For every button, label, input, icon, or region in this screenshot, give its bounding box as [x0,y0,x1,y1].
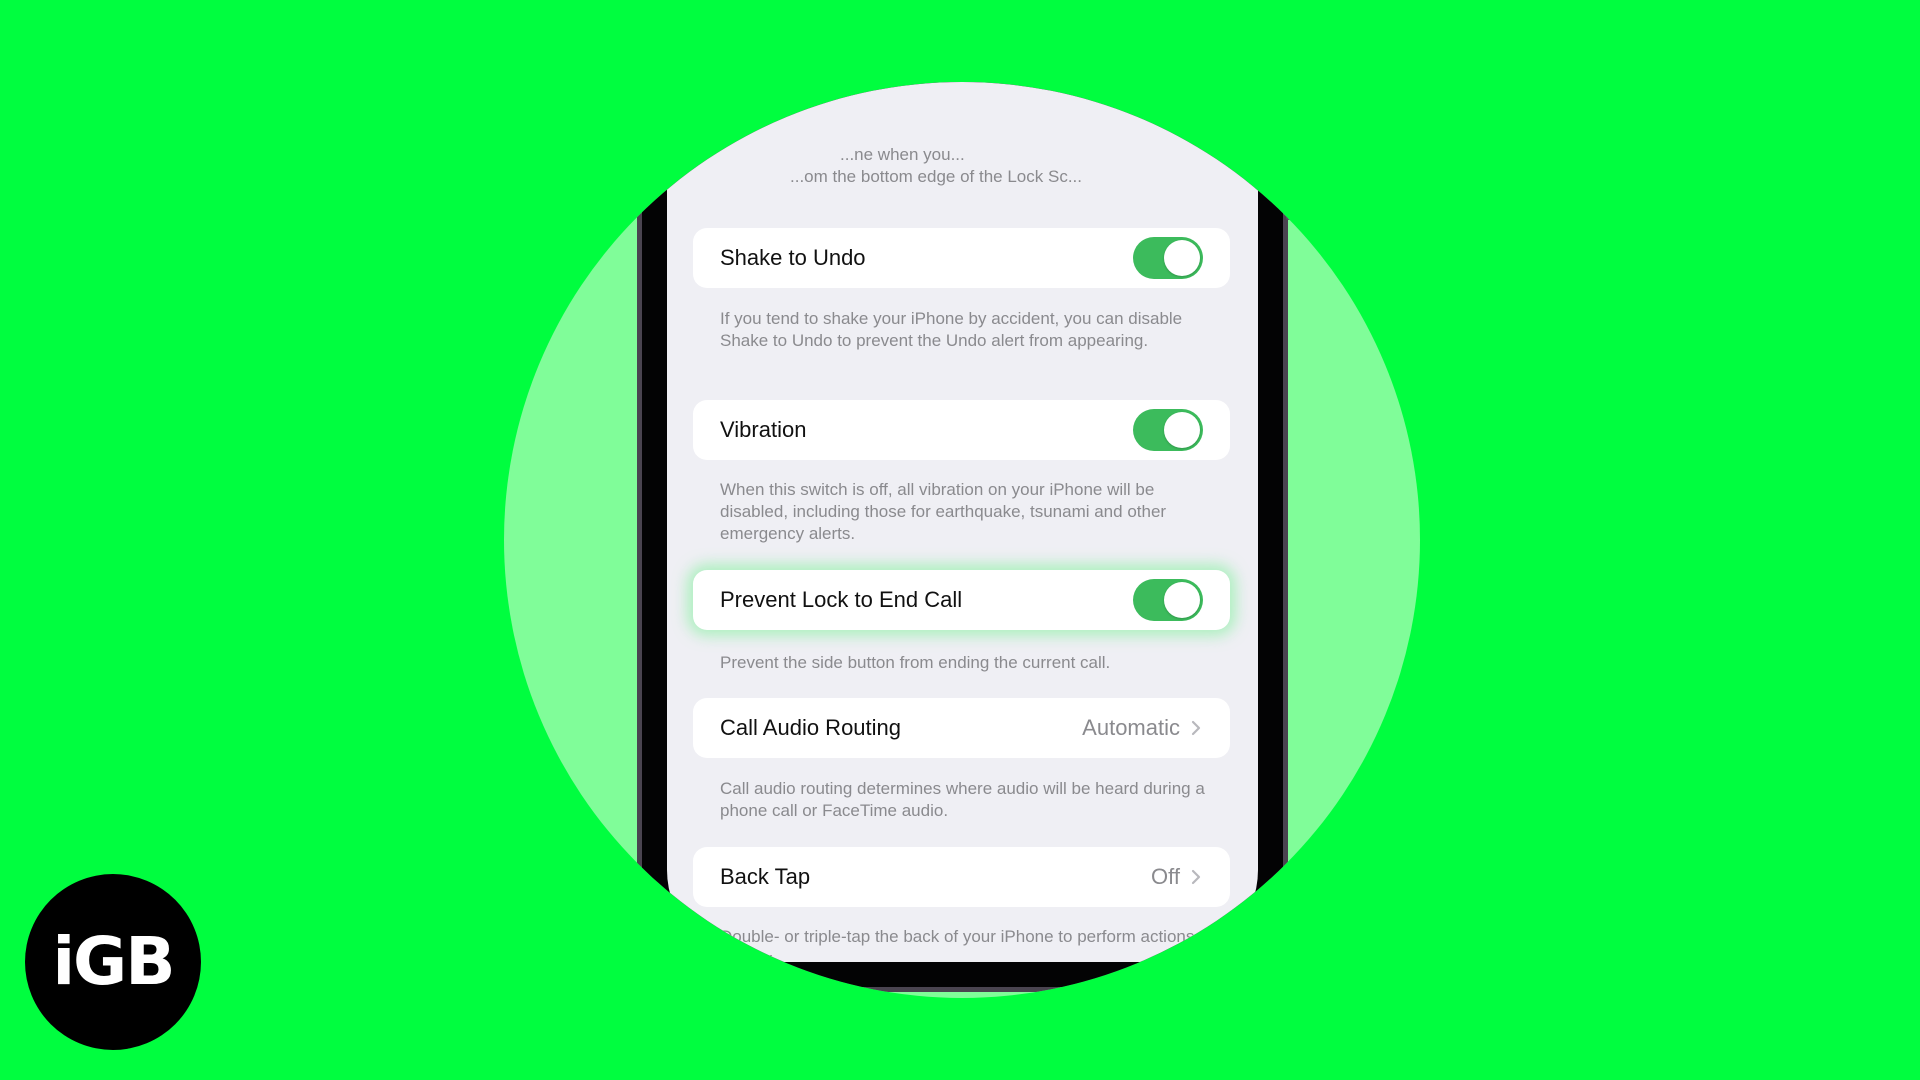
setting-footer: Prevent the side button from ending the … [720,653,1111,672]
cut-off-footer-text: ...ne when you... ...om the bottom edge … [720,144,1220,188]
setting-footer: Double- or triple-tap the back of your i… [720,927,1195,962]
chevron-right-icon [1191,869,1201,885]
toggle-knob [1164,240,1200,276]
setting-row-prevent-lock-to-end-call[interactable]: Prevent Lock to End Call [693,570,1230,630]
setting-row-shake-to-undo[interactable]: Shake to Undo [693,228,1230,288]
phone-clip-circle: ...ne when you... ...om the bottom edge … [504,82,1420,998]
igb-logo: iGB [25,874,201,1050]
setting-title: Back Tap [720,864,811,889]
setting-title: Shake to Undo [720,245,866,270]
toggle-knob [1164,582,1200,618]
setting-value: Automatic [1082,715,1180,740]
chevron-right-icon [1191,720,1201,736]
setting-title: Prevent Lock to End Call [720,587,963,612]
prevent-lock-to-end-call-toggle[interactable] [1133,579,1203,621]
cut-off-line-2: ...om the bottom edge of the Lock Sc... [790,167,1082,186]
phone-side-button [1286,202,1291,220]
setting-row-back-tap[interactable]: Back Tap Off [693,847,1230,907]
setting-title: Vibration [720,417,807,442]
iphone-mockup: ...ne when you... ...om the bottom edge … [634,82,1291,992]
setting-footer: Call audio routing determines where audi… [720,779,1205,820]
setting-row-call-audio-routing[interactable]: Call Audio Routing Automatic [693,698,1230,758]
toggle-knob [1164,412,1200,448]
setting-row-vibration[interactable]: Vibration [693,400,1230,460]
cut-off-line-1: ...ne when you... [840,145,965,164]
setting-title: Call Audio Routing [720,715,902,740]
logo-text: iGB [52,923,175,1000]
vibration-toggle[interactable] [1133,409,1203,451]
setting-footer: When this switch is off, all vibration o… [720,480,1167,543]
phone-side-button [634,190,639,208]
setting-footer: If you tend to shake your iPhone by acci… [720,309,1183,350]
settings-screen: ...ne when you... ...om the bottom edge … [667,82,1258,962]
shake-to-undo-toggle[interactable] [1133,237,1203,279]
setting-value: Off [1151,864,1180,889]
